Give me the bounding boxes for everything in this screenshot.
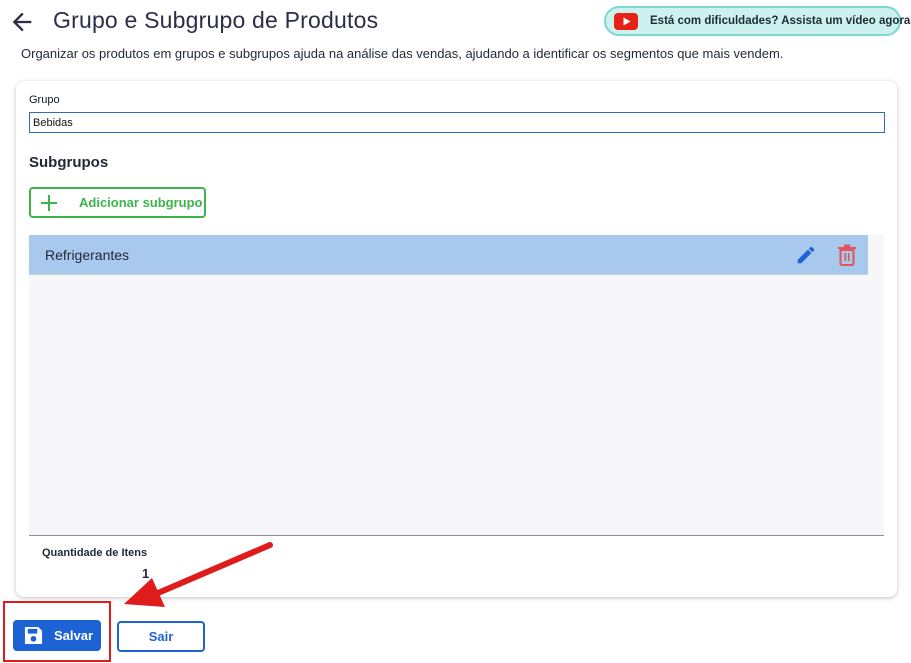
- page-title: Grupo e Subgrupo de Produtos: [53, 7, 379, 33]
- save-label: Salvar: [54, 628, 94, 643]
- add-subgroup-label: Adicionar subgrupo: [79, 195, 203, 210]
- group-label: Grupo: [29, 94, 60, 106]
- subgroups-title: Subgrupos: [29, 154, 109, 171]
- floppy-disk-icon: [24, 626, 43, 645]
- help-video-button[interactable]: Está com dificuldades? Assista um vídeo …: [604, 6, 911, 36]
- group-input[interactable]: [29, 112, 885, 133]
- trash-icon[interactable]: [837, 244, 857, 266]
- back-arrow-icon[interactable]: [8, 8, 36, 36]
- save-button[interactable]: Salvar: [13, 620, 101, 651]
- add-subgroup-button[interactable]: Adicionar subgrupo: [29, 187, 206, 218]
- list-divider: [29, 535, 884, 536]
- form-card: Grupo Subgrupos Adicionar subgrupo Refri…: [16, 81, 897, 597]
- help-video-label: Está com dificuldades? Assista um vídeo …: [650, 15, 911, 27]
- item-count-value: 1: [142, 566, 150, 581]
- pencil-icon[interactable]: [795, 244, 817, 266]
- plus-icon: [41, 194, 57, 211]
- item-count-label: Quantidade de Itens: [42, 547, 148, 559]
- list-item[interactable]: Refrigerantes: [29, 235, 868, 275]
- page-subtitle: Organizar os produtos em grupos e subgru…: [21, 46, 784, 61]
- subgroup-list: Refrigerantes: [29, 235, 884, 535]
- exit-button[interactable]: Sair: [117, 621, 205, 652]
- exit-label: Sair: [148, 629, 174, 644]
- youtube-icon: [614, 12, 638, 30]
- subgroup-label: Refrigerantes: [45, 246, 130, 263]
